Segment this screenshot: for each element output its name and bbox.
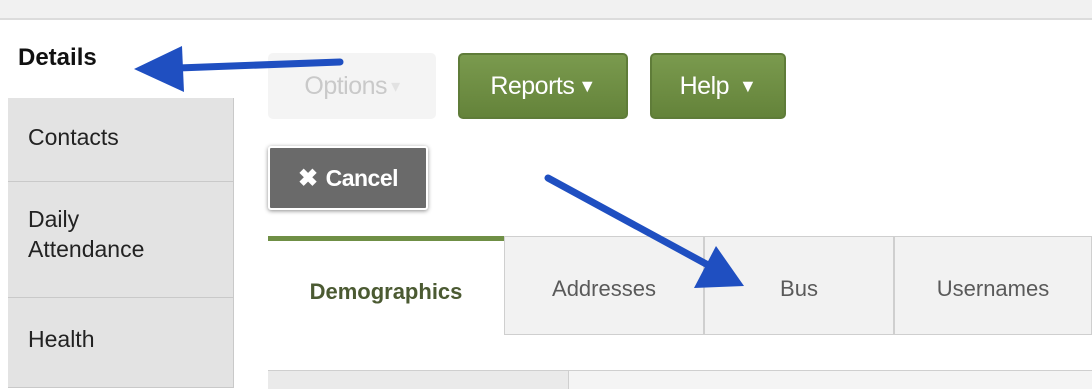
sidebar-item-daily-attendance[interactable]: Daily Attendance <box>8 182 234 298</box>
cancel-button-label: Cancel <box>325 164 399 191</box>
sidebar-item-label: Contacts <box>28 124 119 150</box>
sidebar-item-label: Details <box>18 44 97 71</box>
tab-bus[interactable]: Bus <box>704 236 894 335</box>
sidebar-item-contacts[interactable]: Contacts <box>8 98 234 182</box>
tab-label: Demographics <box>309 278 463 304</box>
reports-button[interactable]: Reports ▼ <box>458 53 628 119</box>
tab-bar: Demographics Addresses Bus Usernames <box>268 236 1092 336</box>
close-icon: ✖ <box>297 164 318 192</box>
tab-label: Addresses <box>552 275 656 301</box>
tab-usernames[interactable]: Usernames <box>894 236 1092 335</box>
sidebar-item-label: Health <box>28 326 95 352</box>
chevron-down-icon: ▾ <box>391 75 400 96</box>
top-bar <box>0 0 1092 20</box>
sidebar-item-details[interactable]: Details <box>8 32 234 98</box>
sidebar-item-label-line1: Daily <box>28 206 80 232</box>
tab-label: Bus <box>780 275 818 301</box>
chevron-down-icon: ▼ <box>578 75 596 96</box>
content-panel <box>268 370 1092 389</box>
options-button[interactable]: Options ▾ <box>268 53 436 119</box>
cancel-button[interactable]: ✖ Cancel <box>268 146 428 210</box>
help-button[interactable]: Help ▼ <box>650 53 786 119</box>
tab-demographics[interactable]: Demographics <box>268 236 504 336</box>
help-button-label: Help <box>679 71 730 100</box>
reports-button-label: Reports <box>490 71 575 100</box>
chevron-down-icon: ▼ <box>739 75 757 96</box>
sidebar: Details Contacts Daily Attendance Health <box>8 32 234 388</box>
content-panel-cell <box>268 371 569 389</box>
tab-label: Usernames <box>936 275 1050 301</box>
sidebar-item-label-line2: Attendance <box>28 236 145 262</box>
tab-addresses[interactable]: Addresses <box>504 236 704 335</box>
sidebar-item-health[interactable]: Health <box>8 298 234 388</box>
options-button-label: Options <box>304 71 388 100</box>
